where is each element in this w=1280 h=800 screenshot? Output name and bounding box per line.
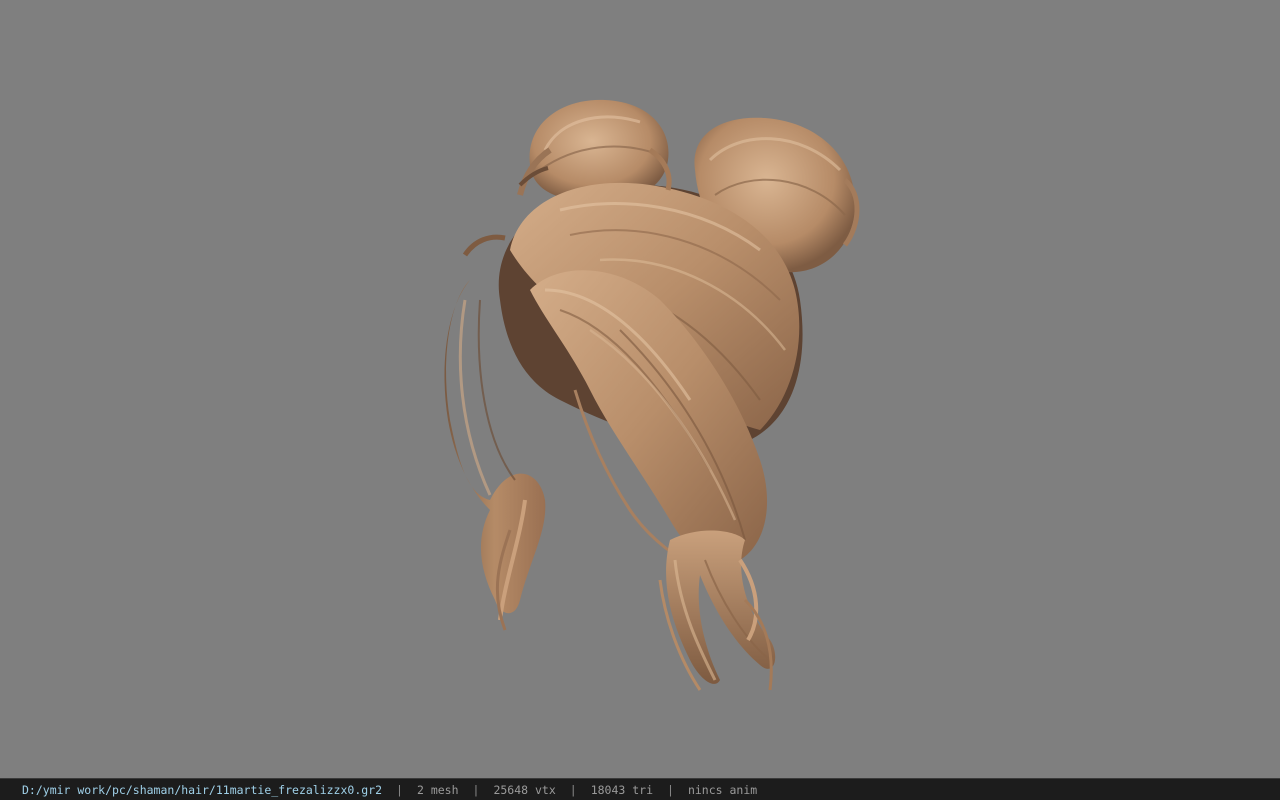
separator: | bbox=[472, 782, 480, 797]
file-path: D:/ymir work/pc/shaman/hair/11martie_fre… bbox=[22, 782, 383, 797]
3d-viewport[interactable] bbox=[0, 0, 1280, 778]
vertex-count: 25648 vtx bbox=[493, 782, 556, 797]
separator: | bbox=[396, 782, 403, 797]
triangle-count: 18043 tri bbox=[590, 782, 654, 797]
status-bar: D:/ymir work/pc/shaman/hair/11martie_fre… bbox=[0, 778, 1280, 800]
separator: | bbox=[667, 782, 674, 797]
anim-status: nincs anim bbox=[687, 782, 758, 797]
hair-model[interactable] bbox=[0, 0, 1280, 778]
separator: | bbox=[569, 782, 577, 797]
mesh-count: 2 mesh bbox=[416, 782, 459, 797]
